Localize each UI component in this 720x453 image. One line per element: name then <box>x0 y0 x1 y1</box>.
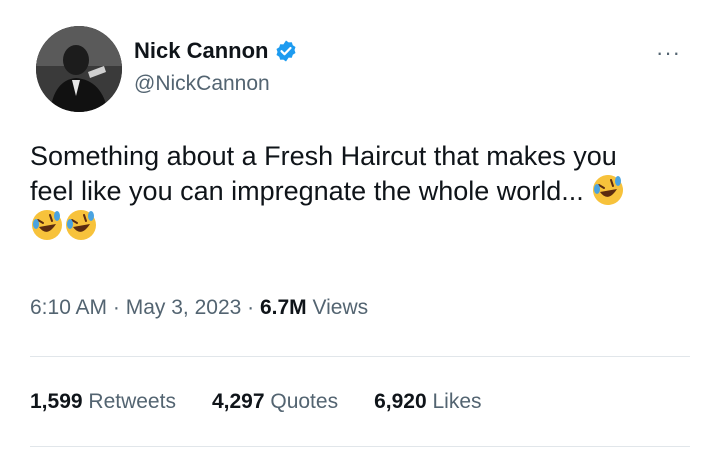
more-options-icon[interactable]: ··· <box>656 40 681 66</box>
quotes-stat[interactable]: 4,297 Quotes <box>212 390 338 414</box>
tweet-date[interactable]: May 3, 2023 <box>126 296 242 319</box>
tweet-meta: 6:10 AM · May 3, 2023 · 6.7M Views <box>30 296 368 320</box>
author-handle[interactable]: @NickCannon <box>134 72 270 96</box>
retweets-count: 1,599 <box>30 390 83 413</box>
avatar-photo <box>36 26 122 112</box>
divider <box>30 446 690 447</box>
tweet-text-line: feel like you can impregnate the whole w… <box>30 176 584 206</box>
retweets-label: Retweets <box>88 390 176 413</box>
meta-separator: · <box>241 296 260 319</box>
rolling-on-floor-laughing-emoji-icon <box>591 173 625 207</box>
divider <box>30 356 690 357</box>
likes-count: 6,920 <box>374 390 427 413</box>
tweet-time[interactable]: 6:10 AM <box>30 296 107 319</box>
author-display-name[interactable]: Nick Cannon <box>134 38 268 64</box>
tweet-text: Something about a Fresh Haircut that mak… <box>30 140 710 243</box>
views-label: Views <box>312 296 369 319</box>
meta-separator: · <box>107 296 126 319</box>
tweet-text-line: Something about a Fresh Haircut that mak… <box>30 141 617 171</box>
rolling-on-floor-laughing-emoji-icon <box>30 208 64 242</box>
avatar[interactable] <box>36 26 122 112</box>
quotes-label: Quotes <box>270 390 339 413</box>
engagement-stats: 1,599 Retweets 4,297 Quotes 6,920 Likes <box>30 390 482 414</box>
verified-badge-icon <box>274 39 298 63</box>
retweets-stat[interactable]: 1,599 Retweets <box>30 390 176 414</box>
likes-stat[interactable]: 6,920 Likes <box>374 390 481 414</box>
likes-label: Likes <box>432 390 482 413</box>
quotes-count: 4,297 <box>211 390 265 413</box>
author-name-row[interactable]: Nick Cannon <box>134 38 298 64</box>
rolling-on-floor-laughing-emoji-icon <box>64 208 98 242</box>
views-count: 6.7M <box>259 296 307 319</box>
